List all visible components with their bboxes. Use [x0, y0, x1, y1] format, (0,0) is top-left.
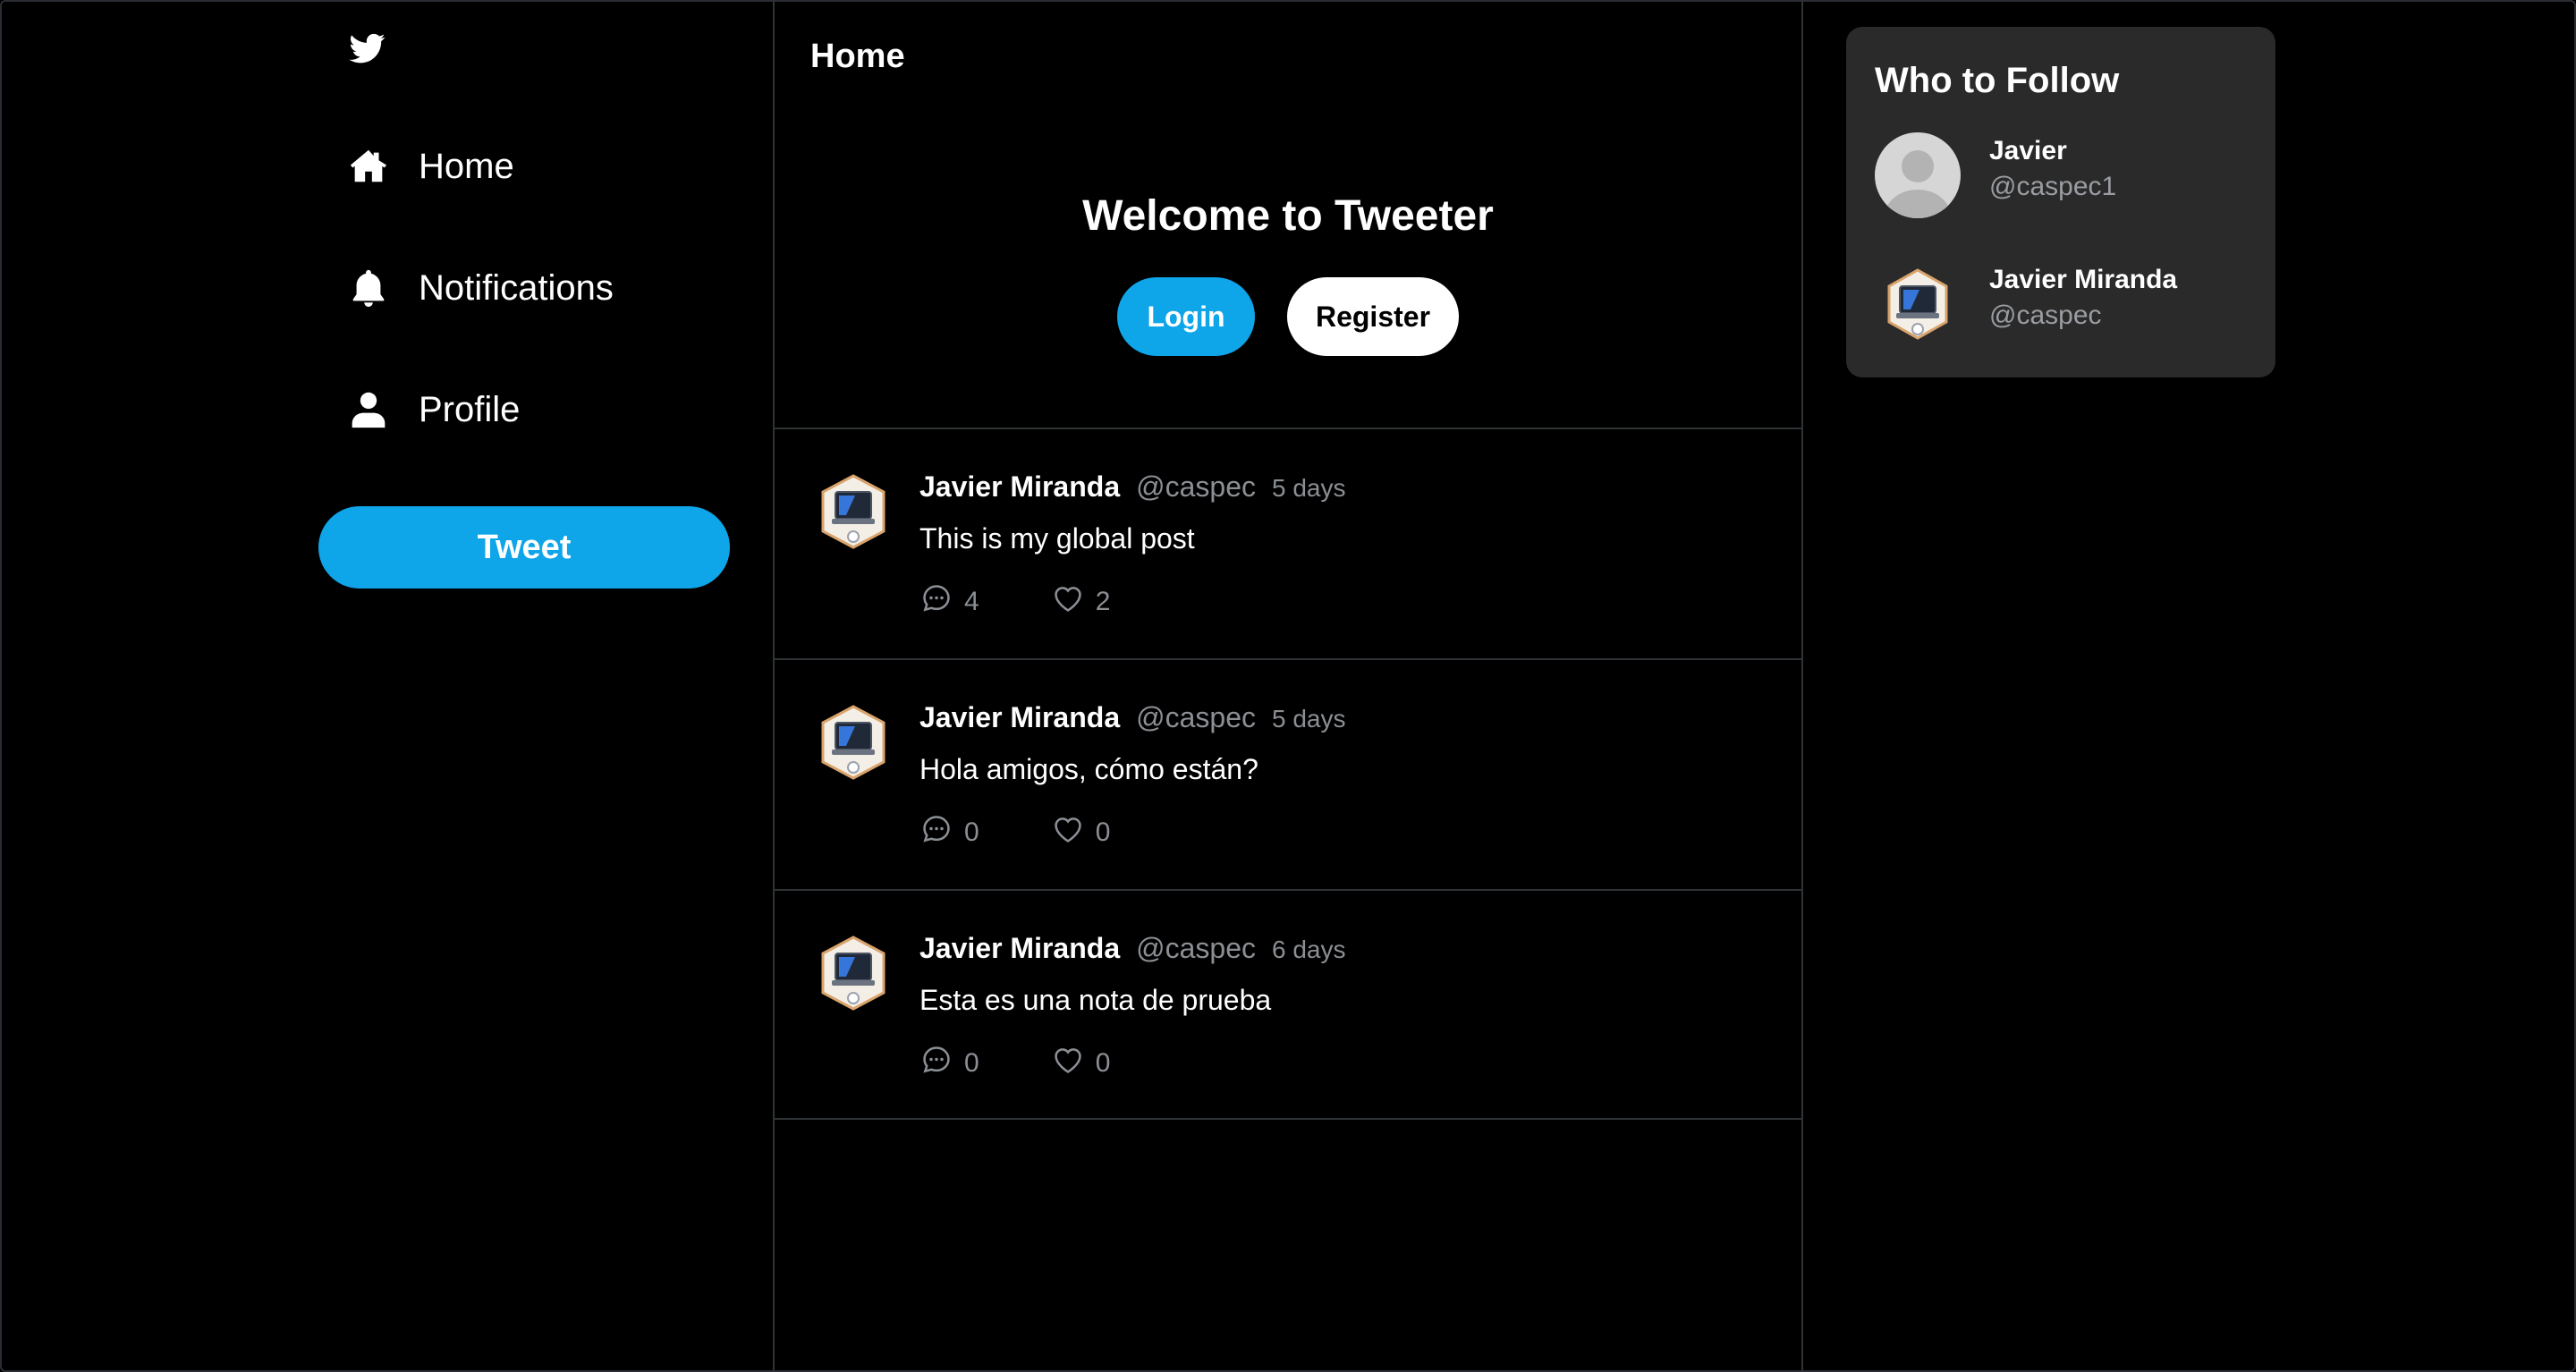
register-button[interactable]: Register [1287, 277, 1459, 356]
home-icon [343, 141, 394, 191]
tweet-item[interactable]: Javier Miranda @caspec 5 days This is my… [775, 428, 1801, 658]
tweet-item[interactable]: Javier Miranda @caspec 5 days Hola amigo… [775, 658, 1801, 889]
tweet-button[interactable]: Tweet [318, 506, 730, 589]
tweet-header: Javier Miranda @caspec 5 days [919, 470, 1345, 504]
follow-name: Javier Miranda [1989, 265, 2178, 294]
like-button[interactable]: 0 [1051, 812, 1111, 853]
heart-icon [1051, 1043, 1096, 1084]
sidebar-item-label: Home [419, 146, 514, 186]
tweet-author-handle[interactable]: @caspec [1136, 701, 1256, 734]
tweet-header: Javier Miranda @caspec 5 days [919, 701, 1345, 734]
comment-icon [919, 1043, 964, 1084]
login-button[interactable]: Login [1117, 277, 1255, 356]
sidebar: Home Notifications Profile Tweet [0, 0, 775, 1372]
tweet-timestamp: 5 days [1271, 705, 1346, 733]
tweet-text: Esta es una nota de prueba [919, 984, 1272, 1016]
auth-buttons: Login Register [775, 277, 1801, 356]
tweet-item[interactable]: Javier Miranda @caspec 6 days Esta es un… [775, 889, 1801, 1120]
tweet-text: This is my global post [919, 522, 1195, 555]
heart-icon [1051, 812, 1096, 853]
comment-icon [919, 581, 964, 622]
like-count: 0 [1095, 817, 1111, 847]
sidebar-item-profile[interactable]: Profile [343, 374, 520, 445]
heart-icon [1051, 581, 1096, 622]
comment-count: 4 [964, 587, 979, 616]
user-icon [343, 385, 394, 435]
who-to-follow-title: Who to Follow [1875, 61, 2120, 100]
tweet-author-name[interactable]: Javier Miranda [919, 470, 1120, 504]
tweet-author-handle[interactable]: @caspec [1136, 470, 1256, 504]
comment-button[interactable]: 0 [919, 1043, 979, 1084]
like-button[interactable]: 0 [1051, 1043, 1111, 1084]
tweet-timestamp: 6 days [1271, 936, 1346, 963]
tweet-author-handle[interactable]: @caspec [1136, 932, 1256, 965]
bell-icon [343, 263, 394, 313]
comment-count: 0 [964, 1048, 979, 1078]
follow-name: Javier [1989, 136, 2067, 165]
who-to-follow-card: Who to Follow Javier @caspec1 Javier Mir… [1846, 27, 2275, 377]
tweet-text: Hola amigos, cómo están? [919, 753, 1258, 785]
tweet-author-name[interactable]: Javier Miranda [919, 701, 1120, 734]
avatar[interactable] [819, 936, 887, 1011]
like-count: 2 [1095, 587, 1111, 616]
tweet-author-name[interactable]: Javier Miranda [919, 932, 1120, 965]
twitter-bird-icon[interactable] [349, 30, 386, 66]
tweet-actions: 4 2 [919, 581, 1110, 622]
avatar[interactable] [1875, 132, 1961, 218]
tweet-actions: 0 0 [919, 812, 1110, 853]
follow-suggestion[interactable]: Javier Miranda @caspec [1875, 261, 2250, 351]
comment-count: 0 [964, 817, 979, 847]
avatar[interactable] [819, 705, 887, 780]
sidebar-item-home[interactable]: Home [343, 131, 514, 202]
main-column: Home Welcome to Tweeter Login Register J… [773, 0, 1803, 1372]
sidebar-item-label: Notifications [419, 267, 614, 308]
follow-handle: @caspec1 [1989, 172, 2117, 201]
like-button[interactable]: 2 [1051, 581, 1111, 622]
follow-handle: @caspec [1989, 301, 2102, 330]
comment-button[interactable]: 0 [919, 812, 979, 853]
welcome-heading: Welcome to Tweeter [1082, 192, 1494, 240]
tweet-feed: Javier Miranda @caspec 5 days This is my… [775, 428, 1801, 1120]
comment-button[interactable]: 4 [919, 581, 979, 622]
page-title: Home [810, 38, 905, 75]
avatar[interactable] [1875, 261, 1961, 347]
avatar[interactable] [819, 474, 887, 549]
tweet-actions: 0 0 [919, 1043, 1110, 1084]
comment-icon [919, 812, 964, 853]
like-count: 0 [1095, 1048, 1111, 1078]
follow-suggestion[interactable]: Javier @caspec1 [1875, 132, 2250, 222]
tweet-timestamp: 5 days [1271, 474, 1346, 502]
sidebar-item-label: Profile [419, 389, 521, 429]
tweet-header: Javier Miranda @caspec 6 days [919, 932, 1345, 965]
sidebar-item-notifications[interactable]: Notifications [343, 252, 614, 324]
